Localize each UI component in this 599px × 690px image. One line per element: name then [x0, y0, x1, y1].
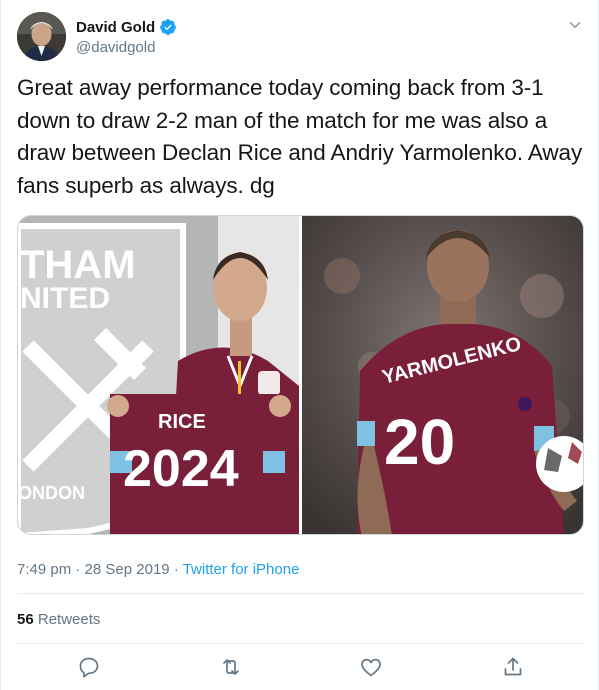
tweet-detail: David Gold @davidgold Great away perform… — [0, 0, 599, 690]
photo-rice[interactable]: THAM NITED ONDON RICE 2024 — [18, 216, 299, 534]
avatar[interactable] — [17, 12, 66, 61]
meta-separator: · — [75, 561, 81, 578]
shirt-name-rice: RICE — [158, 411, 206, 433]
share-icon[interactable] — [501, 655, 525, 679]
chevron-down-icon[interactable] — [566, 16, 584, 34]
retweet-icon[interactable] — [219, 655, 243, 679]
author-name[interactable]: David Gold — [76, 19, 155, 36]
verified-badge-icon — [160, 19, 177, 35]
retweet-label: Retweets — [37, 611, 101, 628]
tweet-meta: 7:49 pm · 28 Sep 2019 · Twitter for iPho… — [17, 561, 299, 578]
media-grid: THAM NITED ONDON RICE 2024 YARMOLENKO 20 — [17, 215, 584, 535]
reply-icon[interactable] — [77, 655, 101, 679]
shirt-number-rice: 2024 — [123, 440, 239, 498]
tweet-source-link[interactable]: Twitter for iPhone — [183, 561, 300, 578]
heart-icon[interactable] — [359, 655, 383, 679]
tweet-header: David Gold @davidgold — [17, 12, 584, 62]
retweet-count: 56 — [17, 611, 34, 628]
action-bar — [17, 655, 584, 683]
shirt-number-yarmolenko: 20 — [384, 406, 455, 478]
divider — [17, 593, 584, 594]
divider — [17, 643, 584, 644]
wall-text-line3: ONDON — [18, 483, 85, 503]
author-block: David Gold @davidgold — [76, 17, 177, 56]
author-handle[interactable]: @davidgold — [76, 39, 177, 56]
tweet-text: Great away performance today coming back… — [17, 75, 583, 198]
tweet-time[interactable]: 7:49 pm — [17, 561, 71, 578]
meta-separator: · — [173, 561, 179, 578]
wall-text-line2: NITED — [20, 282, 110, 315]
tweet-date[interactable]: 28 Sep 2019 — [85, 561, 170, 578]
retweet-stats[interactable]: 56 Retweets — [17, 611, 100, 628]
wall-text-line1: THAM — [20, 243, 136, 287]
photo-yarmolenko[interactable]: YARMOLENKO 20 — [302, 216, 583, 534]
